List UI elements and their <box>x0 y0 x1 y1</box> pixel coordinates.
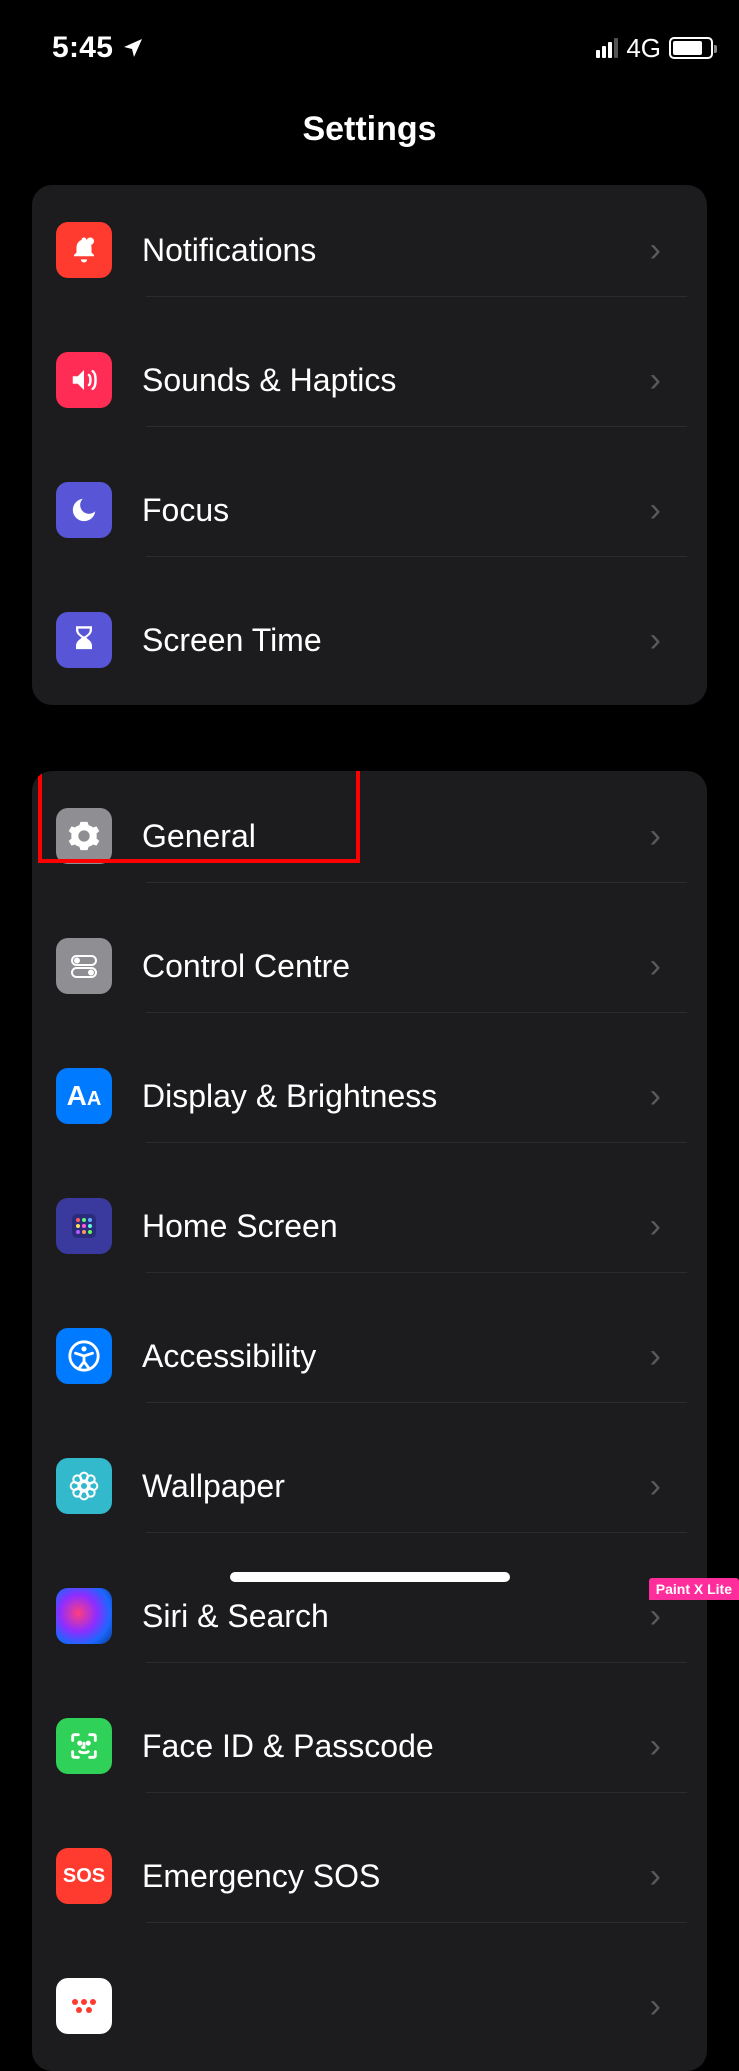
accessibility-icon <box>56 1328 112 1384</box>
row-label: Screen Time <box>142 622 650 659</box>
status-left: 5:45 <box>52 31 145 65</box>
row-sounds-haptics[interactable]: Sounds & Haptics › <box>32 315 707 445</box>
moon-icon <box>56 482 112 538</box>
sos-icon: SOS <box>56 1848 112 1904</box>
chevron-right-icon: › <box>650 1987 661 2026</box>
row-screen-time[interactable]: Screen Time › <box>32 575 707 705</box>
row-label: Sounds & Haptics <box>142 362 650 399</box>
row-label: Notifications <box>142 232 650 269</box>
row-display-brightness[interactable]: AA Display & Brightness › <box>32 1031 707 1161</box>
row-label: Emergency SOS <box>142 1858 650 1895</box>
siri-icon <box>56 1588 112 1644</box>
gear-icon <box>56 808 112 864</box>
row-label: Face ID & Passcode <box>142 1728 650 1765</box>
chevron-right-icon: › <box>650 1077 661 1116</box>
watermark: Paint X Lite <box>649 1578 739 1600</box>
row-label: Focus <box>142 492 650 529</box>
chevron-right-icon: › <box>650 1337 661 1376</box>
aa-icon: AA <box>56 1068 112 1124</box>
exposure-icon <box>56 1978 112 2034</box>
chevron-right-icon: › <box>650 491 661 530</box>
chevron-right-icon: › <box>650 1857 661 1896</box>
chevron-right-icon: › <box>650 1467 661 1506</box>
row-exposure-notifications[interactable]: › <box>32 1941 707 2071</box>
row-face-id-passcode[interactable]: Face ID & Passcode › <box>32 1681 707 1811</box>
row-label: Accessibility <box>142 1338 650 1375</box>
row-notifications[interactable]: Notifications › <box>32 185 707 315</box>
row-home-screen[interactable]: Home Screen › <box>32 1161 707 1291</box>
chevron-right-icon: › <box>650 231 661 270</box>
location-icon <box>121 36 145 60</box>
row-label: Control Centre <box>142 948 650 985</box>
row-label: General <box>142 818 650 855</box>
toggles-icon <box>56 938 112 994</box>
network-label: 4G <box>626 33 661 64</box>
chevron-right-icon: › <box>650 1727 661 1766</box>
row-label: Wallpaper <box>142 1468 650 1505</box>
flower-icon <box>56 1458 112 1514</box>
chevron-right-icon: › <box>650 947 661 986</box>
row-focus[interactable]: Focus › <box>32 445 707 575</box>
row-label: Display & Brightness <box>142 1078 650 1115</box>
row-siri-search[interactable]: Siri & Search › <box>32 1551 707 1681</box>
chevron-right-icon: › <box>650 621 661 660</box>
chevron-right-icon: › <box>650 1597 661 1636</box>
settings-group-1: General › Control Centre › <box>32 771 707 2071</box>
header: Settings <box>0 80 739 185</box>
row-general[interactable]: General › <box>32 771 707 901</box>
apps-icon <box>56 1198 112 1254</box>
row-label: Home Screen <box>142 1208 650 1245</box>
speaker-icon <box>56 352 112 408</box>
row-accessibility[interactable]: Accessibility › <box>32 1291 707 1421</box>
chevron-right-icon: › <box>650 361 661 400</box>
battery-icon <box>669 37 713 59</box>
row-label: Siri & Search <box>142 1598 650 1635</box>
status-time: 5:45 <box>52 31 113 65</box>
chevron-right-icon: › <box>650 817 661 856</box>
page-title: Settings <box>0 110 739 149</box>
bell-icon <box>56 222 112 278</box>
status-right: 4G <box>596 33 713 64</box>
row-wallpaper[interactable]: Wallpaper › <box>32 1421 707 1551</box>
row-control-centre[interactable]: Control Centre › <box>32 901 707 1031</box>
chevron-right-icon: › <box>650 1207 661 1246</box>
faceid-icon <box>56 1718 112 1774</box>
settings-group-0: Notifications › Sounds & Haptics › Focus… <box>32 185 707 705</box>
row-emergency-sos[interactable]: SOS Emergency SOS › <box>32 1811 707 1941</box>
hourglass-icon <box>56 612 112 668</box>
status-bar: 5:45 4G <box>0 0 739 80</box>
content: Notifications › Sounds & Haptics › Focus… <box>0 185 739 2071</box>
signal-icon <box>596 38 618 58</box>
home-indicator[interactable] <box>230 1572 510 1582</box>
